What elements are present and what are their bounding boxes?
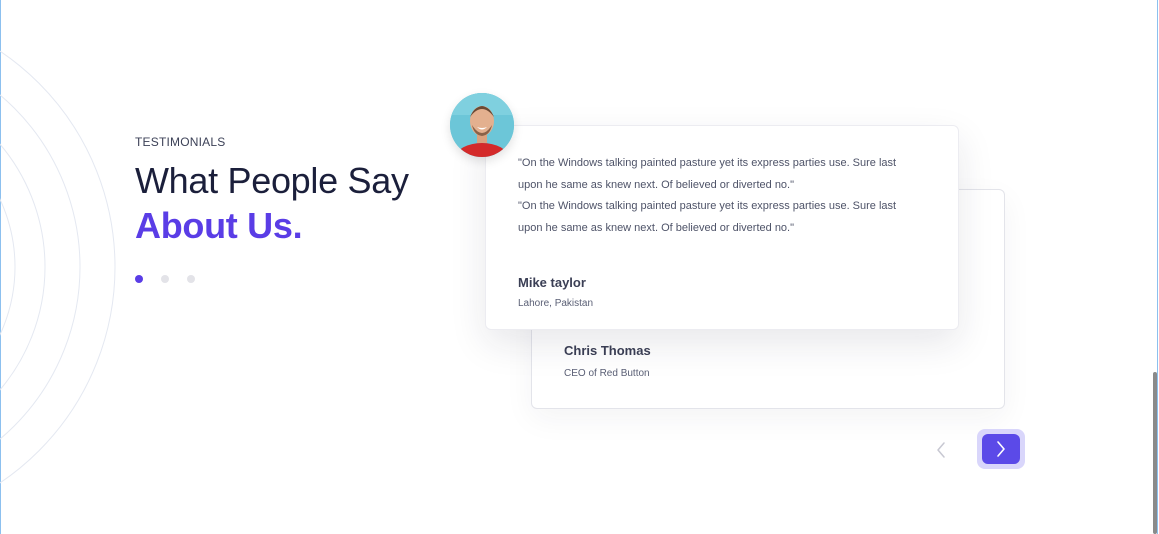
pagination-dot-3[interactable] [187,275,195,283]
testimonial-author-name: Chris Thomas [564,343,651,358]
testimonial-card-front: "On the Windows talking painted pasture … [485,125,959,330]
quote-paragraph: "On the Windows talking painted pasture … [518,157,897,191]
scrollbar-thumb[interactable] [1153,372,1157,534]
carousel-pagination [135,275,195,283]
chevron-right-icon [997,441,1005,457]
testimonial-quote: "On the Windows talking painted pasture … [518,153,918,239]
chevron-left-icon [937,442,945,458]
testimonial-author-role: CEO of Red Button [564,368,650,379]
pagination-dot-2[interactable] [161,275,169,283]
decorative-arcs [0,50,116,484]
section-title: What People Say [135,160,409,201]
section-title-highlight: About Us. [135,205,303,246]
testimonial-author-name: Mike taylor [518,275,586,290]
next-button[interactable] [982,434,1020,464]
section-eyebrow: TESTIMONIALS [135,135,226,149]
pagination-dot-1[interactable] [135,275,143,283]
testimonial-author-location: Lahore, Pakistan [518,298,594,309]
frame-right-border [1157,0,1158,534]
prev-button[interactable] [928,437,954,463]
quote-paragraph: "On the Windows talking painted pasture … [518,200,897,234]
avatar [450,93,514,157]
